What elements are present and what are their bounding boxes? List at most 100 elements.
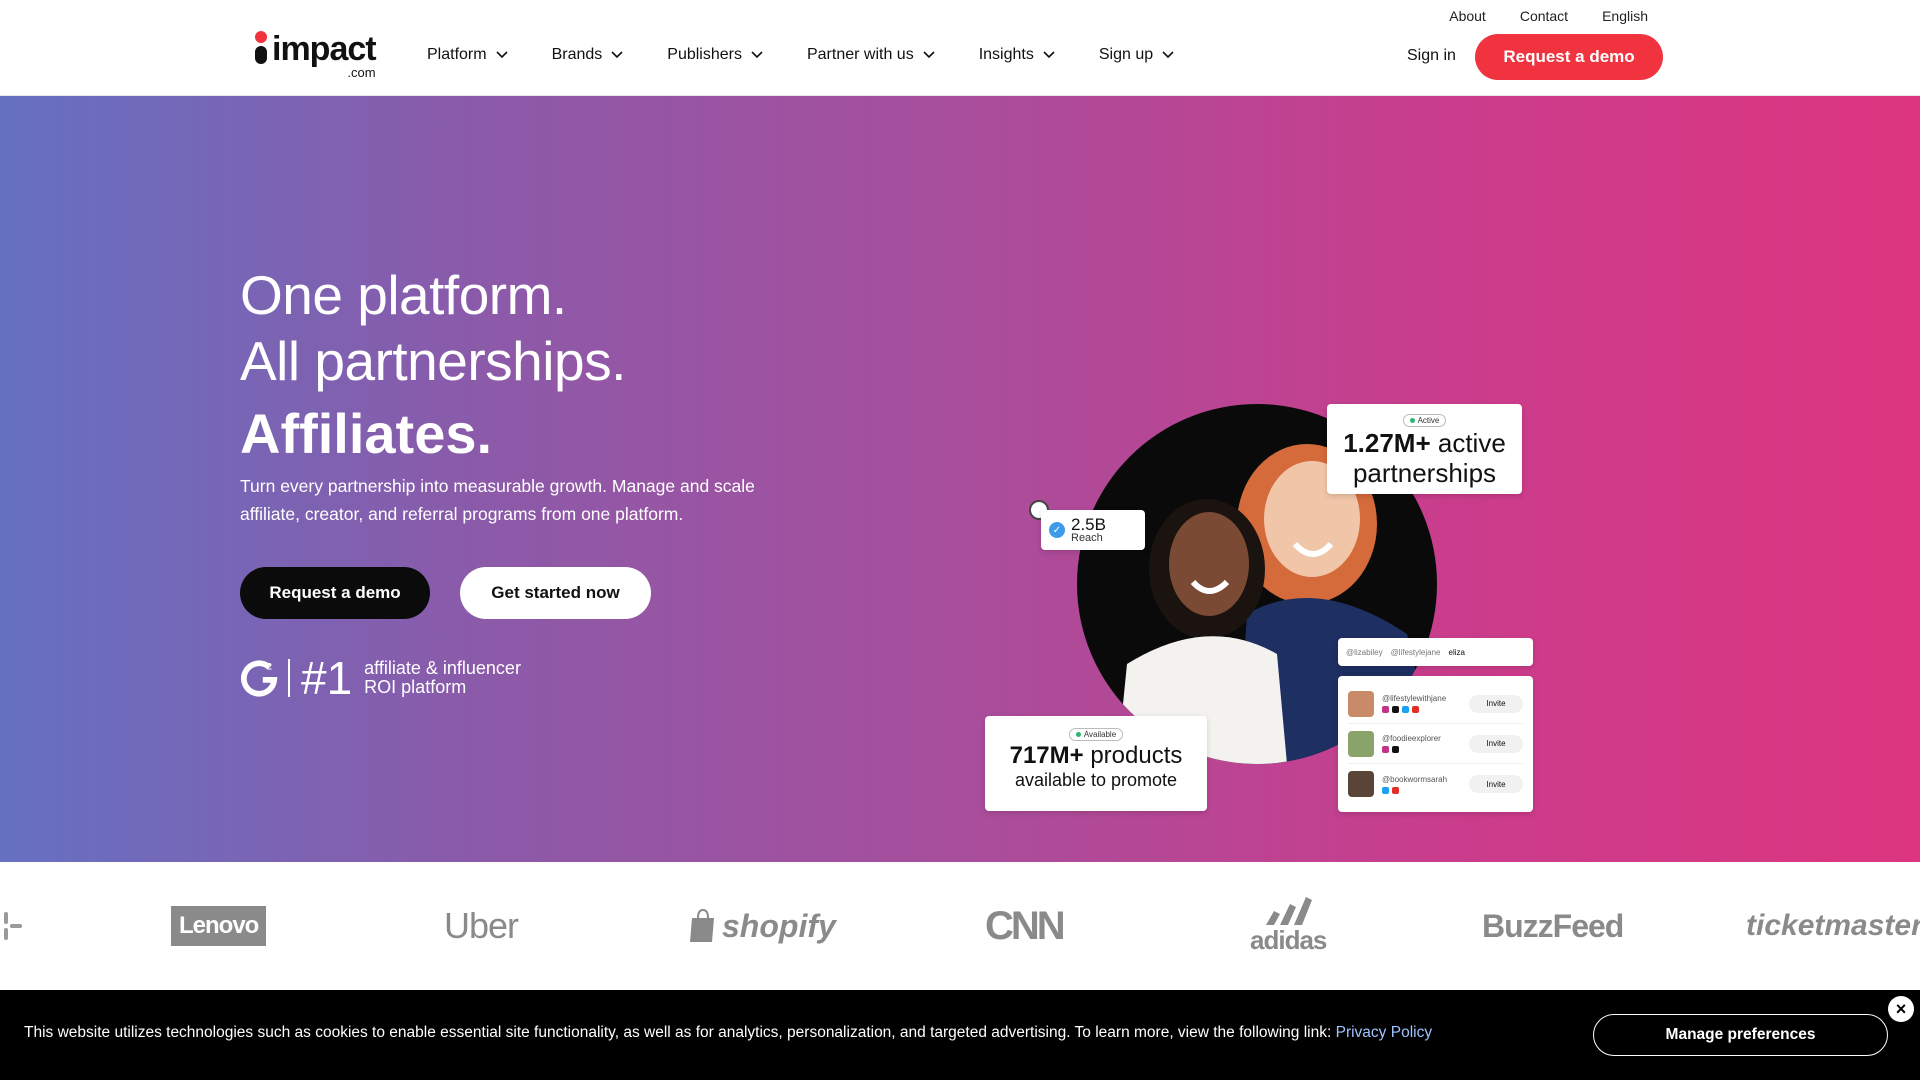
logo-suffix: .com <box>347 65 376 80</box>
ticketmaster-logo: ticketmaster <box>1746 909 1920 942</box>
adidas-logo: adidas <box>1250 862 1327 990</box>
close-icon[interactable]: × <box>1888 996 1914 1022</box>
products-card: Available 717M+ products available to pr… <box>985 716 1207 811</box>
chevron-down-icon <box>1162 51 1174 59</box>
products-number: 717M+ <box>1009 742 1084 769</box>
list-item: @foodieexplorer Invite <box>1348 724 1523 764</box>
chevron-down-icon <box>611 51 623 59</box>
adidas-stripes-icon <box>1266 896 1313 925</box>
shopify-bag-icon <box>690 908 714 942</box>
creator-handle: @bookwormsarah <box>1382 774 1448 784</box>
shopify-logo: shopify <box>688 862 836 990</box>
partnerships-number: 1.27M+ <box>1343 428 1431 458</box>
creator-search-bar[interactable]: @lizabiley @lifestylejane eliza <box>1338 638 1533 666</box>
list-item: @lifestylewithjane Invite <box>1348 684 1523 724</box>
hero-headline: One platform. All partnerships. <box>240 262 626 394</box>
customer-logos: Lenovo Uber shopify CNN adidas BuzzFeed … <box>0 862 1920 990</box>
hero-visual: ✓ 2.5B Reach Active 1.27M+ active partne… <box>985 396 1545 826</box>
avatar <box>1348 690 1374 717</box>
nav-brands[interactable]: Brands <box>552 46 624 64</box>
g2-caption-line-2: ROI platform <box>364 677 467 697</box>
active-badge: Active <box>1402 414 1447 427</box>
hero-subtext: Turn every partnership into measurable g… <box>240 476 755 524</box>
cookie-message: This website utilizes technologies such … <box>24 1024 1432 1042</box>
about-link[interactable]: About <box>1449 8 1486 24</box>
g2-rank: #1 <box>301 652 353 704</box>
invite-button[interactable]: Invite <box>1469 775 1523 793</box>
main-nav: Platform Brands Publishers Partner with … <box>427 46 1218 64</box>
g2-divider <box>288 659 290 697</box>
hero-section: One platform. All partnerships. Affiliat… <box>0 96 1920 862</box>
nav-publishers[interactable]: Publishers <box>667 46 763 64</box>
reach-label: Reach <box>1071 532 1103 544</box>
nav-publishers-label: Publishers <box>667 46 742 63</box>
reach-card: ✓ 2.5B Reach <box>1041 510 1145 550</box>
social-icons <box>1382 706 1469 713</box>
avatar <box>1348 730 1374 757</box>
creator-handle: @foodieexplorer <box>1382 734 1441 743</box>
walmart-spark-icon <box>4 912 22 940</box>
creator-list-card: @lifestylewithjane Invite @foodieexplore… <box>1338 676 1533 812</box>
g2-caption: affiliate & influencer ROI platform <box>364 659 521 697</box>
g2-caption-line-1: affiliate & influencer <box>364 658 521 678</box>
social-icons <box>1382 786 1469 794</box>
nav-brands-label: Brands <box>551 46 603 63</box>
search-chip: @lifestylejane <box>1390 647 1441 657</box>
nav-sign-up-label: Sign up <box>1098 46 1154 63</box>
privacy-policy-link[interactable]: Privacy Policy <box>1336 1024 1432 1041</box>
search-chip: @lizabiley <box>1346 647 1383 657</box>
uber-logo: Uber <box>444 905 519 946</box>
headline-rotating-word: Affiliates. <box>240 402 493 465</box>
utility-nav: About Contact English <box>1449 8 1648 24</box>
cookie-text: This website utilizes technologies such … <box>24 1024 1332 1041</box>
headline-line-1: One platform. <box>240 264 567 326</box>
buzzfeed-logo: BuzzFeed <box>1482 907 1624 944</box>
nav-partner-label: Partner with us <box>806 46 914 63</box>
nav-partner-with-us[interactable]: Partner with us <box>807 46 935 64</box>
partnerships-label-b: partnerships <box>1352 458 1497 488</box>
svg-text:2: 2 <box>267 661 272 672</box>
partnerships-stat: 1.27M+ active <box>1327 428 1522 458</box>
request-demo-button-header[interactable]: Request a demo <box>1475 34 1663 80</box>
chevron-down-icon <box>751 51 763 59</box>
headline-line-2: All partnerships. <box>240 330 626 392</box>
nav-insights-label: Insights <box>978 46 1034 63</box>
chevron-down-icon <box>923 51 935 59</box>
lenovo-logo: Lenovo <box>171 862 267 990</box>
logo-wordmark: impact <box>272 30 377 68</box>
list-item: @bookwormsarah Invite <box>1348 764 1523 804</box>
nav-insights[interactable]: Insights <box>979 46 1055 64</box>
active-partnerships-card: Active 1.27M+ active partnerships <box>1327 404 1522 494</box>
get-started-button[interactable]: Get started now <box>460 567 651 619</box>
nav-platform[interactable]: Platform <box>427 46 508 64</box>
cookie-banner: × This website utilizes technologies suc… <box>0 990 1920 1080</box>
partnerships-label-a: active <box>1437 428 1506 458</box>
verified-check-icon: ✓ <box>1049 522 1065 538</box>
search-query: eliza <box>1448 647 1465 657</box>
chevron-down-icon <box>1043 51 1055 59</box>
avatar <box>1348 771 1374 797</box>
nav-sign-up[interactable]: Sign up <box>1099 46 1174 64</box>
impact-logo-mark <box>253 31 269 67</box>
social-icons <box>1382 746 1469 753</box>
nav-platform-label: Platform <box>427 46 487 63</box>
products-stat: 717M+ products <box>985 742 1207 770</box>
language-selector[interactable]: English <box>1602 8 1648 24</box>
chevron-down-icon <box>496 51 508 59</box>
available-badge: Available <box>1068 728 1124 741</box>
site-header: About Contact English impact .com Platfo… <box>0 0 1920 96</box>
creator-handle: @lifestylewithjane <box>1382 694 1447 703</box>
impact-logo[interactable]: impact .com <box>253 30 377 80</box>
g2-award-badge: 2 #1 affiliate & influencer ROI platform <box>240 652 521 704</box>
reach-number: 2.5B <box>1071 515 1106 534</box>
sign-in-link[interactable]: Sign in <box>1407 47 1456 65</box>
invite-button[interactable]: Invite <box>1469 734 1523 753</box>
manage-preferences-button[interactable]: Manage preferences <box>1593 1014 1888 1056</box>
contact-link[interactable]: Contact <box>1520 8 1568 24</box>
products-label-a: products <box>1090 742 1183 769</box>
g2-logo-icon: 2 <box>241 660 278 697</box>
invite-button[interactable]: Invite <box>1469 694 1523 713</box>
products-label-b: available to promote <box>1014 770 1178 790</box>
request-demo-button[interactable]: Request a demo <box>240 567 430 619</box>
cnn-logo: CNN <box>985 903 1066 948</box>
